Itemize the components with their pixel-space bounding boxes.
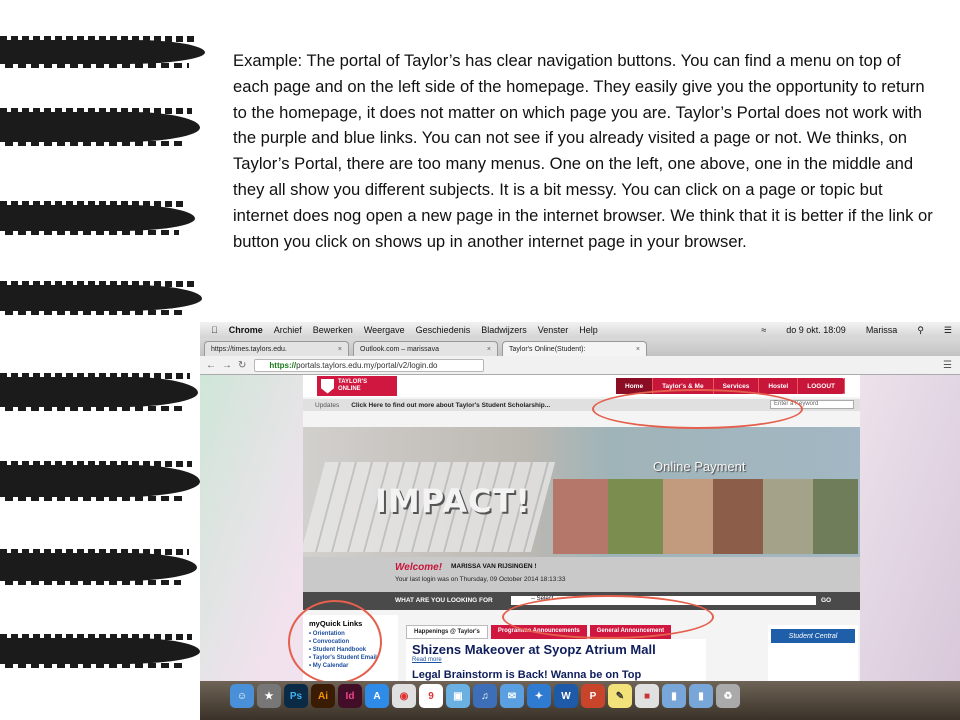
reload-icon[interactable]: ↻	[238, 360, 246, 371]
folder-icon[interactable]: ▮	[689, 684, 713, 708]
welcome-panel: Welcome! MARISSA VAN RIJSINGEN ! Your la…	[303, 557, 860, 592]
logo-line1: TAYLOR'S	[338, 379, 368, 385]
close-icon[interactable]: ×	[636, 346, 640, 353]
read-more-link[interactable]: Read more	[412, 657, 706, 663]
browser-tab[interactable]: Outlook.com – marissava ×	[353, 341, 498, 356]
browser-tab-active[interactable]: Taylor's Online(Student): ×	[502, 341, 647, 356]
annotation-circle-quicklinks	[288, 600, 382, 684]
nav-hostel[interactable]: Hostel	[759, 378, 799, 394]
browser-tabbar: https://times.taylors.edu. × Outlook.com …	[200, 338, 960, 356]
folder-icon[interactable]: ▮	[662, 684, 686, 708]
url-input[interactable]: https://portals.taylors.edu.my/portal/v2…	[254, 358, 485, 372]
popcorn-icon[interactable]: ■	[635, 684, 659, 708]
safari-icon[interactable]: ✦	[527, 684, 551, 708]
student-central-button[interactable]: Student Central	[771, 629, 855, 643]
brush-stroke-decoration	[0, 0, 205, 720]
tab-happenings[interactable]: Happenings @ Taylor's	[406, 625, 488, 639]
student-photos	[553, 479, 858, 554]
mac-menubar:  Chrome Archief Bewerken Weergave Gesch…	[200, 322, 960, 338]
illustrator-icon[interactable]: Ai	[311, 684, 335, 708]
clock[interactable]: do 9 okt. 18:09	[786, 325, 846, 336]
tab-label: https://times.taylors.edu.	[211, 345, 287, 353]
last-login: Your last login was on Thursday, 09 Octo…	[395, 576, 566, 583]
logo-line2: ONLINE	[338, 386, 361, 392]
news-headline[interactable]: Shizens Makeover at Syopz Atrium Mall	[412, 642, 700, 657]
forward-icon[interactable]: →	[222, 360, 232, 371]
browser-menu-icon[interactable]: ☰	[943, 360, 952, 371]
menu-weergave[interactable]: Weergave	[364, 325, 405, 335]
search-icon[interactable]: ⚲	[917, 325, 924, 336]
word-icon[interactable]: W	[554, 684, 578, 708]
portal-banner[interactable]: IMPACT! Online Payment	[303, 427, 860, 557]
go-button[interactable]: GO	[821, 597, 831, 604]
url-scheme: https://	[269, 360, 297, 370]
mail-icon[interactable]: ✉	[500, 684, 524, 708]
menu-bladwijzers[interactable]: Bladwijzers	[481, 325, 527, 335]
indesign-icon[interactable]: Id	[338, 684, 362, 708]
browser-tab[interactable]: https://times.taylors.edu. ×	[204, 341, 349, 356]
portal-header: TAYLOR'S ONLINE Home Taylor's & Me Servic…	[303, 375, 860, 397]
appstore-icon[interactable]: A	[365, 684, 389, 708]
preview-icon[interactable]: ▣	[446, 684, 470, 708]
mac-dock: ☺ ★ Ps Ai Id A ◉ 9 ▣ ♫ ✉ ✦ W P ✎ ■ ▮ ▮ ♻	[200, 681, 960, 720]
close-icon[interactable]: ×	[338, 346, 342, 353]
address-bar: ← → ↻ https://portals.taylors.edu.my/por…	[200, 356, 960, 375]
side-panel: Student Central	[768, 625, 858, 681]
photoshop-icon[interactable]: Ps	[284, 684, 308, 708]
banner-impact: IMPACT!	[375, 482, 531, 520]
apple-icon[interactable]: 	[211, 325, 218, 335]
menu-venster[interactable]: Venster	[538, 325, 569, 335]
welcome-text: Welcome!	[395, 562, 443, 573]
menu-app[interactable]: Chrome	[229, 325, 263, 335]
trash-icon[interactable]: ♻	[716, 684, 740, 708]
updates-label: Updates	[315, 401, 340, 409]
tab-label: Taylor's Online(Student):	[509, 345, 586, 353]
notes-icon[interactable]: ✎	[608, 684, 632, 708]
annotation-circle-topnav	[592, 389, 803, 429]
portal-logo[interactable]: TAYLOR'S ONLINE	[317, 376, 397, 396]
tab-label: Outlook.com – marissava	[360, 345, 439, 353]
menu-geschiedenis[interactable]: Geschiedenis	[416, 325, 471, 335]
calendar-icon[interactable]: 9	[419, 684, 443, 708]
back-icon[interactable]: ←	[206, 360, 216, 371]
user-name[interactable]: Marissa	[866, 325, 898, 336]
portal-page: TAYLOR'S ONLINE Home Taylor's & Me Servic…	[200, 375, 960, 684]
shield-icon	[321, 378, 334, 394]
menu-help[interactable]: Help	[579, 325, 598, 335]
search-question: WHAT ARE YOU LOOKING FOR	[395, 597, 493, 604]
wifi-icon[interactable]: ≈	[761, 325, 766, 336]
powerpoint-icon[interactable]: P	[581, 684, 605, 708]
menu-archief[interactable]: Archief	[274, 325, 302, 335]
annotation-circle-search	[502, 595, 714, 639]
chrome-icon[interactable]: ◉	[392, 684, 416, 708]
user-fullname: MARISSA VAN RIJSINGEN !	[451, 563, 537, 570]
launchpad-icon[interactable]: ★	[257, 684, 281, 708]
updates-link[interactable]: Click Here to find out more about Taylor…	[351, 402, 550, 409]
news-panel: Shizens Makeover at Syopz Atrium Mall Re…	[406, 639, 706, 681]
nav-logout[interactable]: LOGOUT	[798, 378, 846, 394]
close-icon[interactable]: ×	[487, 346, 491, 353]
menu-bewerken[interactable]: Bewerken	[313, 325, 353, 335]
itunes-icon[interactable]: ♫	[473, 684, 497, 708]
url-path: portals.taylors.edu.my/portal/v2/login.d…	[296, 360, 438, 370]
banner-online-payment: Online Payment	[653, 459, 746, 474]
list-icon[interactable]: ☰	[944, 325, 952, 336]
body-paragraph: Example: The portal of Taylor’s has clea…	[233, 51, 933, 251]
browser-screenshot:  Chrome Archief Bewerken Weergave Gesch…	[200, 322, 960, 720]
news-headline-2[interactable]: Legal Brainstorm is Back! Wanna be on To…	[412, 669, 706, 681]
finder-icon[interactable]: ☺	[230, 684, 254, 708]
